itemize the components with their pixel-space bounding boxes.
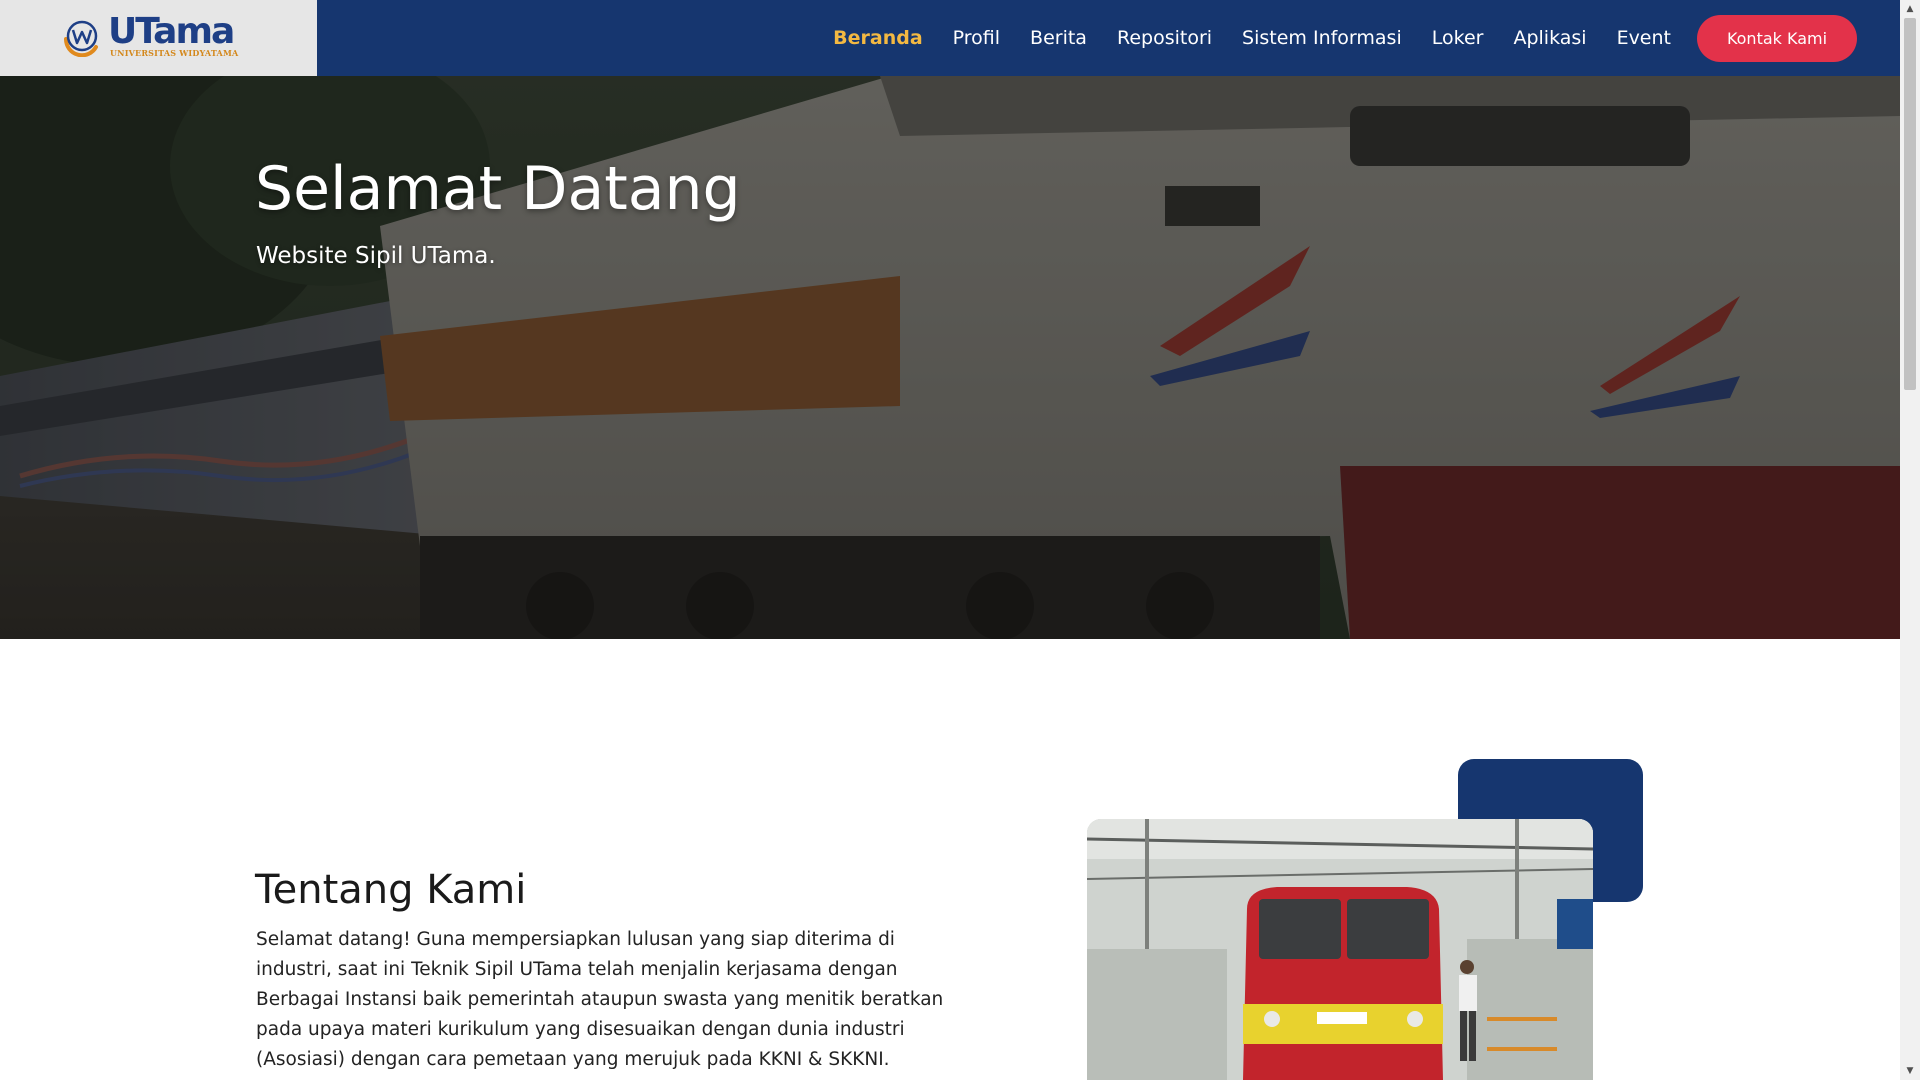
main-nav: Beranda Profil Berita Repositori Sistem … xyxy=(803,0,1857,76)
top-navbar: UTama UNIVERSITAS WIDYATAMA Beranda Prof… xyxy=(0,0,1900,76)
utama-logo-icon xyxy=(63,20,98,57)
nav-item-loker[interactable]: Loker xyxy=(1432,27,1484,49)
about-title: Tentang Kami xyxy=(255,867,527,913)
nav-item-aplikasi[interactable]: Aplikasi xyxy=(1513,27,1586,49)
scroll-up-arrow-icon[interactable]: ▲ xyxy=(1900,0,1920,18)
scroll-down-arrow-icon[interactable]: ▼ xyxy=(1900,1062,1920,1080)
logo-wordmark: UTama xyxy=(108,11,235,52)
logo-subtitle: UNIVERSITAS WIDYATAMA xyxy=(110,48,239,58)
hero-subtitle: Website Sipil UTama. xyxy=(256,243,496,269)
about-photo xyxy=(1087,819,1593,1080)
nav-item-berita[interactable]: Berita xyxy=(1030,27,1087,49)
nav-item-beranda[interactable]: Beranda xyxy=(833,27,923,49)
nav-item-sistem-informasi[interactable]: Sistem Informasi xyxy=(1242,27,1402,49)
nav-item-repositori[interactable]: Repositori xyxy=(1117,27,1212,49)
nav-item-profil[interactable]: Profil xyxy=(953,27,1000,49)
nav-item-event[interactable]: Event xyxy=(1617,27,1671,49)
commuter-train-image xyxy=(1087,819,1593,1080)
page-scrollbar[interactable]: ▲ ▼ xyxy=(1900,0,1920,1080)
hero-title: Selamat Datang xyxy=(255,154,741,224)
hero-banner: Selamat Datang Website Sipil UTama. xyxy=(0,76,1900,639)
contact-button[interactable]: Kontak Kami xyxy=(1697,14,1857,62)
about-text: Selamat datang! Guna mempersiapkan lulus… xyxy=(256,929,944,1070)
logo[interactable]: UTama UNIVERSITAS WIDYATAMA xyxy=(0,0,317,76)
scroll-thumb[interactable] xyxy=(1904,18,1916,390)
